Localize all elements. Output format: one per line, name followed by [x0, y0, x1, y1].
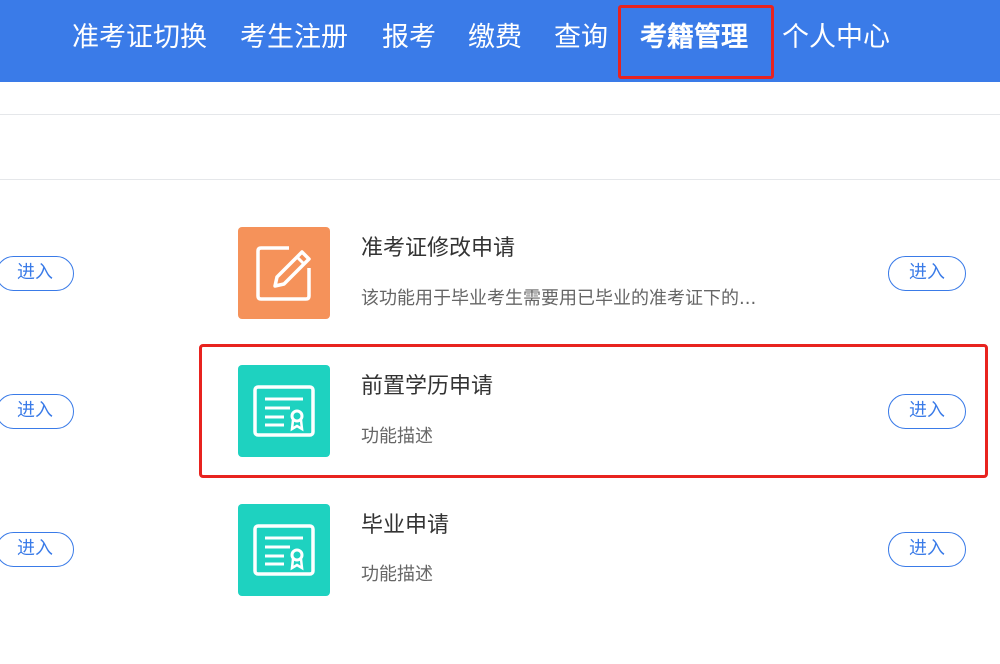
nav-item-apply-exam[interactable]: 报考	[382, 18, 436, 58]
enter-button[interactable]: 进入	[888, 256, 966, 291]
item-description: 该功能用于毕业考生需要用已毕业的准考证下的...	[361, 288, 757, 309]
nav-item-personal-center[interactable]: 个人中心	[782, 18, 890, 58]
enter-button[interactable]: 进入	[888, 532, 966, 567]
selected-item-highlight	[199, 344, 988, 478]
nav-item-payment[interactable]: 缴费	[468, 18, 522, 58]
top-navigation-bar: 准考证切换 考生注册 报考 缴费 查询 考籍管理 个人中心	[0, 0, 1000, 82]
divider	[0, 114, 1000, 115]
enter-button-left[interactable]: 进入	[0, 532, 74, 567]
pencil-edit-icon	[238, 227, 330, 319]
item-title: 毕业申请	[361, 513, 450, 538]
divider	[0, 179, 1000, 180]
nav-item-ticket-switch[interactable]: 准考证切换	[72, 18, 207, 58]
enter-button-left[interactable]: 进入	[0, 394, 74, 429]
active-nav-highlight	[618, 5, 774, 79]
item-description: 功能描述	[361, 564, 433, 585]
enter-button-left[interactable]: 进入	[0, 256, 74, 291]
nav-item-register[interactable]: 考生注册	[240, 18, 348, 58]
nav-item-query[interactable]: 查询	[554, 18, 608, 58]
item-title: 准考证修改申请	[361, 236, 516, 261]
certificate-icon	[238, 504, 330, 596]
